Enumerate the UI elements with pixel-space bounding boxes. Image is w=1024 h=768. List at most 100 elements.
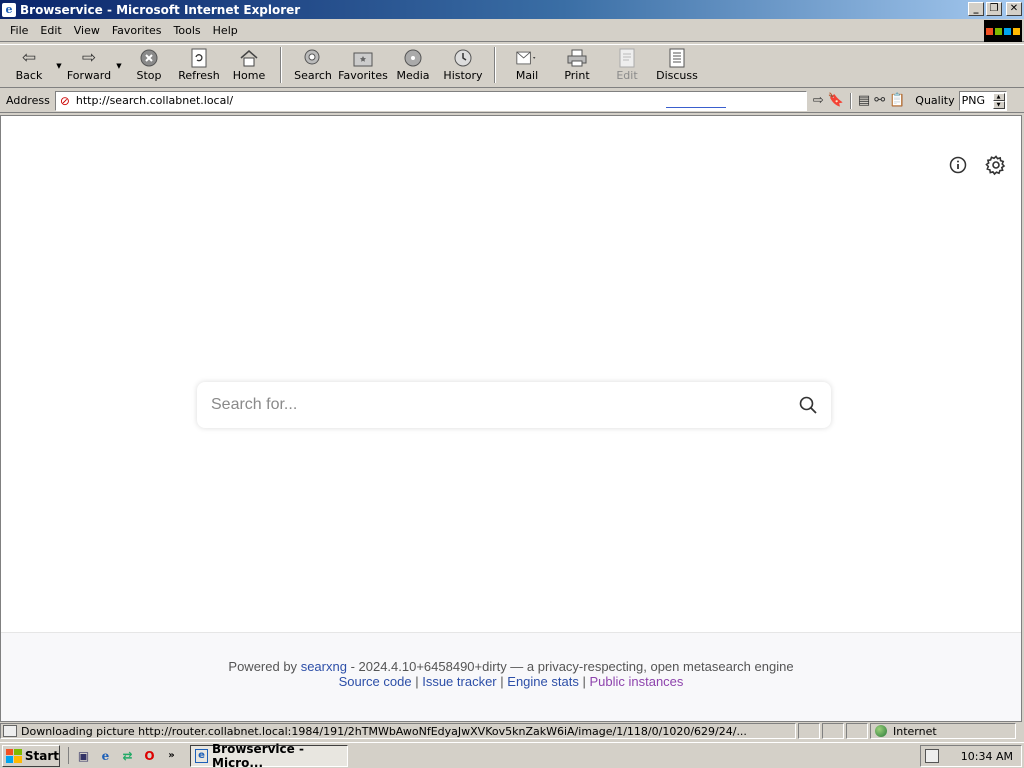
stop-button[interactable]: Stop: [124, 45, 174, 85]
favorites-toolbar-button[interactable]: Favorites: [338, 45, 388, 85]
window-controls: _ ❐ ✕: [968, 2, 1022, 16]
footer-line-1: Powered by searxng - 2024.4.10+6458490+d…: [228, 659, 794, 674]
address-separator: [849, 92, 852, 109]
source-code-link[interactable]: Source code: [339, 674, 412, 689]
blocked-page-icon: ⊘: [59, 93, 70, 108]
security-zone: Internet: [870, 723, 1016, 739]
windows-logo-icon: [984, 20, 1022, 42]
status-cell: [846, 723, 868, 739]
restore-button[interactable]: ❐: [986, 2, 1002, 16]
menu-file[interactable]: File: [4, 22, 34, 39]
forward-dropdown-icon[interactable]: ▼: [114, 45, 124, 85]
discuss-toolbar-button[interactable]: Discuss: [652, 45, 702, 85]
clock[interactable]: 10:34 AM: [961, 750, 1013, 763]
quality-spinner[interactable]: ▲ ▼: [992, 92, 1005, 109]
spin-down-icon[interactable]: ▼: [992, 100, 1005, 109]
windows-flag-icon: [6, 748, 22, 763]
taskbar: Start ▣ e ⇄ O » e Browservice - Micro...…: [0, 742, 1024, 768]
go-arrow-icon[interactable]: ⇨: [813, 93, 824, 108]
mail-icon: [516, 48, 538, 68]
address-bar: Address ⊘ ⇨ 🔖 ▤ ⚯ 📋 Quality PNG ▲ ▼: [0, 89, 1024, 113]
issue-tracker-link[interactable]: Issue tracker: [422, 674, 496, 689]
discuss-icon: [666, 48, 688, 68]
quality-selector[interactable]: PNG ▲ ▼: [958, 90, 1007, 111]
search-box: [197, 382, 831, 428]
find-binoculars-icon[interactable]: ⚯: [874, 93, 885, 108]
search-toolbar-button[interactable]: Search: [288, 45, 338, 85]
address-label: Address: [6, 94, 50, 107]
opera-icon[interactable]: O: [141, 747, 158, 764]
status-page-icon: [3, 725, 17, 737]
ie-app-icon[interactable]: e: [2, 2, 16, 17]
menu-help[interactable]: Help: [207, 22, 244, 39]
window-title: Browservice - Microsoft Internet Explore…: [20, 2, 301, 17]
page-content: Powered by searxng - 2024.4.10+6458490+d…: [0, 115, 1022, 722]
menu-tools[interactable]: Tools: [168, 22, 207, 39]
address-actions: ⇨ 🔖 ▤ ⚯ 📋: [813, 92, 905, 109]
forward-button[interactable]: ⇨ Forward: [64, 45, 114, 85]
public-instances-link[interactable]: Public instances: [589, 674, 683, 689]
back-dropdown-icon[interactable]: ▼: [54, 45, 64, 85]
system-tray: 10:34 AM: [920, 745, 1022, 767]
search-globe-icon: [302, 48, 324, 68]
history-clock-icon: [452, 48, 474, 68]
task-browservice[interactable]: e Browservice - Micro...: [190, 742, 348, 768]
back-button[interactable]: ⇦ Back: [4, 45, 54, 85]
toolbar-separator: [280, 47, 282, 83]
ie-quicklaunch-icon[interactable]: e: [97, 747, 114, 764]
spin-up-icon[interactable]: ▲: [992, 92, 1005, 101]
minimize-button[interactable]: _: [968, 2, 984, 16]
engine-stats-link[interactable]: Engine stats: [507, 674, 579, 689]
home-icon: [238, 48, 260, 68]
settings-gear-icon[interactable]: [985, 154, 1007, 176]
status-cell: [798, 723, 820, 739]
back-arrow-icon: ⇦: [21, 48, 37, 68]
info-icon[interactable]: [947, 154, 969, 176]
refresh-button[interactable]: Refresh: [174, 45, 224, 85]
menu-view[interactable]: View: [68, 22, 106, 39]
zone-label: Internet: [893, 724, 937, 738]
searxng-link[interactable]: searxng: [301, 659, 347, 674]
stop-icon: [138, 48, 160, 68]
close-button[interactable]: ✕: [1006, 2, 1022, 16]
search-submit-button[interactable]: [785, 382, 831, 428]
search-icon: [799, 396, 817, 414]
internet-globe-icon: [875, 725, 887, 737]
favorites-folder-icon: [352, 48, 374, 68]
show-desktop-icon[interactable]: ▣: [75, 747, 92, 764]
page-top-icons: [947, 154, 1007, 176]
status-message: Downloading picture http://router.collab…: [21, 724, 747, 738]
address-underline: [665, 106, 726, 108]
mail-toolbar-button[interactable]: Mail: [502, 45, 552, 85]
menu-edit[interactable]: Edit: [34, 22, 67, 39]
address-field[interactable]: ⊘: [54, 90, 807, 111]
status-bar: Downloading picture http://router.collab…: [0, 722, 1024, 740]
quality-value: PNG: [961, 94, 985, 107]
menu-favorites[interactable]: Favorites: [106, 22, 168, 39]
refresh-icon: [188, 48, 210, 68]
title-bar: e Browservice - Microsoft Internet Explo…: [0, 0, 1024, 19]
media-toolbar-button[interactable]: Media: [388, 45, 438, 85]
page-icon[interactable]: ▤: [858, 93, 870, 108]
page-footer: Powered by searxng - 2024.4.10+6458490+d…: [1, 632, 1021, 721]
printer-icon: [566, 48, 588, 68]
bookmark-icon[interactable]: 🔖: [828, 93, 844, 108]
quick-launch: ▣ e ⇄ O »: [68, 747, 180, 764]
clipboard-icon[interactable]: 📋: [889, 93, 905, 108]
home-button[interactable]: Home: [224, 45, 274, 85]
footer-line-2: Source code | Issue tracker | Engine sta…: [338, 674, 684, 689]
forward-arrow-icon: ⇨: [81, 48, 97, 68]
more-quicklaunch-icon[interactable]: »: [163, 747, 180, 764]
quality-label: Quality: [915, 94, 955, 107]
history-toolbar-button[interactable]: History: [438, 45, 488, 85]
network-icon[interactable]: ⇄: [119, 747, 136, 764]
search-input[interactable]: [211, 396, 785, 414]
tray-network-icon[interactable]: [925, 749, 939, 763]
toolbar-separator: [494, 47, 496, 83]
print-toolbar-button[interactable]: Print: [552, 45, 602, 85]
standard-toolbar: ⇦ Back ▼ ⇨ Forward ▼ Stop Refresh Home S…: [0, 44, 1024, 88]
start-button[interactable]: Start: [2, 744, 60, 767]
edit-toolbar-button[interactable]: Edit: [602, 45, 652, 85]
ie-task-icon: e: [195, 748, 209, 763]
address-input[interactable]: [75, 94, 676, 107]
